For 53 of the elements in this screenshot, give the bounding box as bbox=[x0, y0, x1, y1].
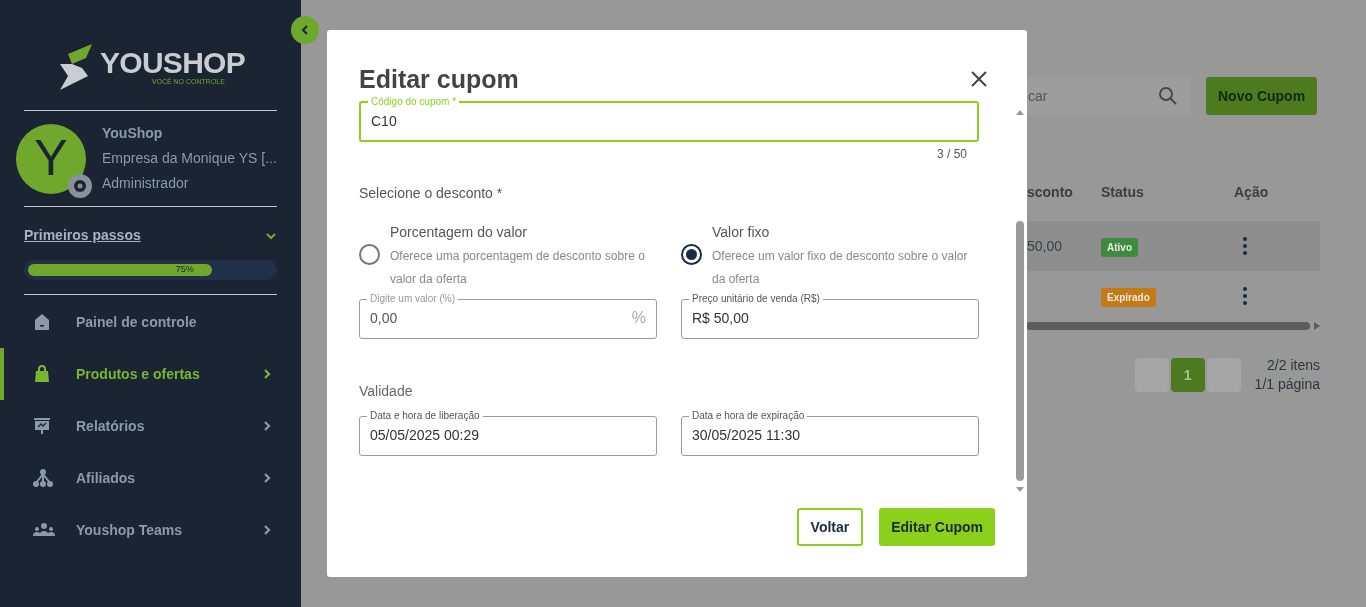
user-name: YouShop bbox=[102, 124, 164, 143]
section-label: Validade bbox=[359, 382, 414, 401]
settings-icon[interactable] bbox=[68, 173, 92, 198]
company-name: Empresa da Monique YS [... bbox=[102, 149, 277, 168]
input-field[interactable]: Preço unitário de venda (R$) R$ 50,00 bbox=[681, 293, 979, 339]
option-title: Valor fixo bbox=[712, 223, 771, 242]
team-icon bbox=[32, 522, 56, 538]
chart-board-icon bbox=[32, 416, 52, 436]
back-button[interactable]: Voltar bbox=[796, 508, 864, 546]
house-icon bbox=[32, 312, 52, 332]
column-header: Status bbox=[1100, 182, 1145, 202]
chevron-left-icon bbox=[300, 25, 310, 35]
items-count: 2/2 itens bbox=[1267, 356, 1320, 375]
more-options-icon[interactable] bbox=[1243, 237, 1247, 255]
status-badge: Expirado bbox=[1101, 287, 1156, 307]
column-header: sconto bbox=[1026, 182, 1074, 202]
network-icon bbox=[32, 468, 54, 488]
avatar: Y bbox=[16, 123, 86, 194]
scrollbar-thumb[interactable] bbox=[1026, 322, 1310, 330]
section-label: Selecione o desconto * bbox=[359, 184, 504, 203]
scroll-right-icon[interactable] bbox=[1314, 322, 1320, 330]
close-icon[interactable] bbox=[971, 71, 987, 87]
nav-item[interactable]: Youshop Teams bbox=[0, 504, 301, 556]
input-field[interactable]: Data e hora de liberação 05/05/2025 00:29 bbox=[359, 410, 657, 456]
option-title: Porcentagem do valor bbox=[390, 223, 528, 242]
status-badge: Ativo bbox=[1101, 237, 1138, 257]
table-cell: 50,00 bbox=[1027, 237, 1063, 254]
search-icon bbox=[1158, 86, 1178, 106]
column-header: Ação bbox=[1234, 182, 1269, 202]
dialog-title: Editar cupom bbox=[359, 64, 519, 94]
nav-item[interactable]: Painel de controle bbox=[0, 296, 301, 348]
nav-item[interactable]: Afiliados bbox=[0, 452, 301, 504]
pages-count: 1/1 página bbox=[1254, 375, 1320, 394]
input-field[interactable]: Data e hora de expiração 30/05/2025 11:30 bbox=[681, 410, 979, 456]
radio-button[interactable] bbox=[681, 244, 702, 265]
logo-text: YOUSHOP bbox=[100, 48, 245, 78]
character-counter: 3 / 50 bbox=[936, 146, 967, 163]
radio-button[interactable] bbox=[359, 244, 380, 265]
nav-item[interactable]: Relatórios bbox=[0, 400, 301, 452]
scroll-up-icon[interactable] bbox=[1016, 110, 1024, 115]
edit-coupon-button[interactable]: Editar Cupom bbox=[879, 508, 995, 546]
search-field[interactable]: car bbox=[1026, 77, 1190, 115]
progress-percent: 75% bbox=[175, 263, 194, 277]
option-description: Oferece um valor fixo de desconto sobre o valor da oferta bbox=[712, 248, 969, 288]
option-description: Oferece uma porcentagem de desconto sobre o valor da oferta bbox=[390, 248, 646, 288]
onboarding-link[interactable]: Primeiros passos bbox=[24, 225, 141, 246]
collapse-sidebar-button[interactable] bbox=[291, 16, 319, 44]
scrollbar-thumb[interactable] bbox=[1016, 221, 1024, 481]
shopping-bag-icon bbox=[32, 364, 52, 384]
more-options-icon[interactable] bbox=[1243, 287, 1247, 305]
scroll-down-icon[interactable] bbox=[1016, 487, 1024, 492]
input-field[interactable]: Código do cupom * C10 bbox=[359, 96, 979, 142]
user-role: Administrador bbox=[102, 174, 190, 193]
